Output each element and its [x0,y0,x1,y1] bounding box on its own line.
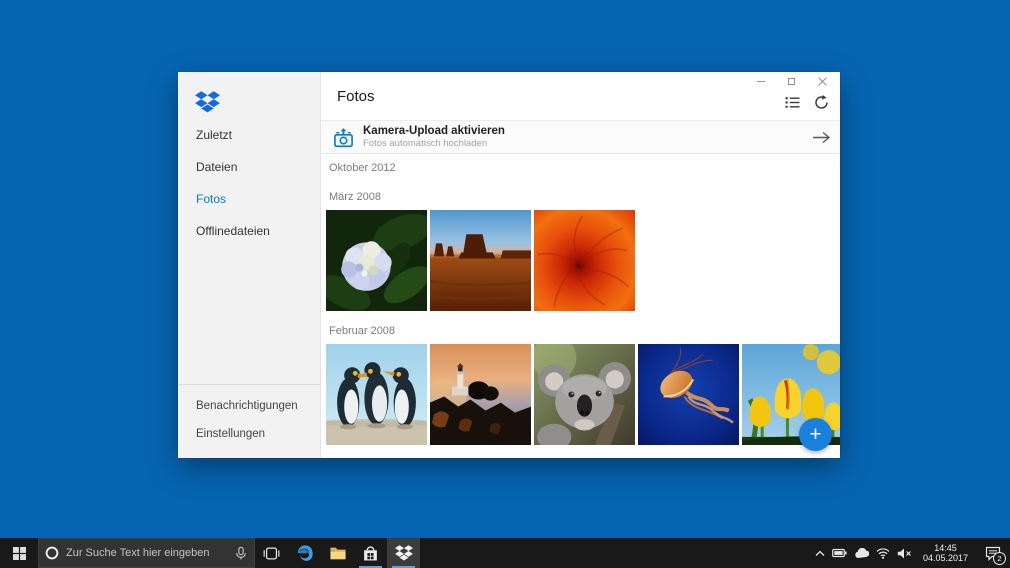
store-icon [364,545,377,560]
taskbar-spacer [420,538,815,568]
sidebar-item-einstellungen[interactable]: Einstellungen [178,420,320,448]
taskbar-app-dropbox[interactable] [387,538,420,568]
edge-icon [297,545,313,561]
banner-subtitle: Fotos automatisch hochladen [363,138,488,149]
photo-section-m-rz-2008: März 2008 [326,191,840,311]
sidebar-item-benachrichtigungen[interactable]: Benachrichtigungen [178,392,320,420]
multi-select-button[interactable] [784,94,800,110]
taskbar-app-task-view[interactable] [255,538,288,568]
taskbar: Zur Suche Text hier eingeben 14:45 04.05… [0,538,1010,568]
tray-onedrive-button[interactable] [854,547,869,559]
file-explorer-icon [329,547,346,560]
photo-thumbnail-monument-valley[interactable] [430,210,531,311]
photo-section-oktober-2012: Oktober 2012 [326,162,840,175]
close-icon [818,77,827,86]
photo-row [326,210,635,311]
arrow-right-icon [813,131,831,143]
refresh-icon [814,94,828,109]
microphone-icon[interactable] [235,546,247,561]
refresh-button[interactable] [813,94,829,110]
volume-muted-icon [897,548,911,558]
multi-select-icon [784,96,799,108]
windows-logo-icon [12,546,26,560]
tray-volume-button[interactable] [897,548,912,559]
maximize-button[interactable] [776,74,807,89]
chevron-up-icon [815,550,825,556]
sidebar-item-zuletzt[interactable]: Zuletzt [178,119,320,151]
onedrive-cloud-icon [855,547,869,558]
start-button[interactable] [0,538,38,568]
window-caption-buttons [745,74,838,89]
dropbox-logo [195,91,320,113]
camera-upload-banner[interactable]: Kamera-Upload aktivieren Fotos automatis… [321,121,840,154]
close-button[interactable] [807,74,838,89]
wifi-icon [876,547,890,559]
tray-chevron-up-button[interactable] [815,550,825,557]
tray-wifi-button[interactable] [876,547,890,559]
taskbar-app-edge[interactable] [288,538,321,568]
taskbar-app-store[interactable] [354,538,387,568]
section-label: Februar 2008 [329,325,396,337]
section-label: Oktober 2012 [329,162,396,174]
photo-section-februar-2008: Februar 2008 [326,325,840,445]
sidebar: Zuletzt Dateien Fotos Offlinedateien Benach… [178,72,321,458]
system-tray: 14:45 04.05.2017 2 [815,538,1010,568]
notification-badge: 2 [993,552,1006,565]
photo-thumbnail-penguins[interactable] [326,344,427,445]
clock-time: 14:45 [934,542,957,553]
tray-battery-button[interactable] [832,548,847,558]
photo-row [326,344,840,445]
taskbar-app-file-explorer[interactable] [321,538,354,568]
taskbar-clock[interactable]: 14:45 04.05.2017 [919,543,972,564]
section-label: März 2008 [329,191,381,203]
photo-thumbnail-lighthouse[interactable] [430,344,531,445]
photo-sections: Oktober 2012 März 2008 Februar 2008 [321,154,840,458]
minimize-button[interactable] [745,74,776,89]
battery-icon [832,548,847,558]
clock-date: 04.05.2017 [922,553,968,563]
sidebar-item-dateien[interactable]: Dateien [178,151,320,183]
sidebar-nav: Zuletzt Dateien Fotos Offlinedateien [178,119,320,247]
photo-thumbnail-hydrangea[interactable] [326,210,427,311]
dropbox-window: Zuletzt Dateien Fotos Offlinedateien Benach… [178,72,840,458]
minimize-icon [756,81,765,82]
maximize-icon [788,78,795,85]
search-input[interactable]: Zur Suche Text hier eingeben [38,538,255,568]
search-placeholder: Zur Suche Text hier eingeben [66,547,210,559]
photo-thumbnail-koala[interactable] [534,344,635,445]
toolbar [784,94,829,110]
sidebar-item-fotos[interactable]: Fotos [178,183,320,215]
dropbox-taskbar-icon [394,545,413,561]
add-photos-button[interactable]: + [799,418,832,451]
main-panel: Fotos Kamera-Upload aktivieren Fotos aut… [321,72,840,458]
page-title: Fotos [337,88,375,105]
action-center-button[interactable]: 2 [979,538,1007,568]
sidebar-bottom: Benachrichtigungen Einstellungen [178,384,320,458]
sidebar-item-offlinedateien[interactable]: Offlinedateien [178,215,320,247]
banner-title: Kamera-Upload aktivieren [363,125,505,137]
banner-texts: Kamera-Upload aktivieren Fotos automatis… [363,125,505,149]
cortana-ring-icon [45,546,59,560]
photo-thumbnail-chrysanthemum[interactable] [534,210,635,311]
task-view-icon [263,547,280,559]
photo-thumbnail-jellyfish[interactable] [638,344,739,445]
camera-upload-icon [334,127,353,147]
plus-icon: + [809,423,822,446]
